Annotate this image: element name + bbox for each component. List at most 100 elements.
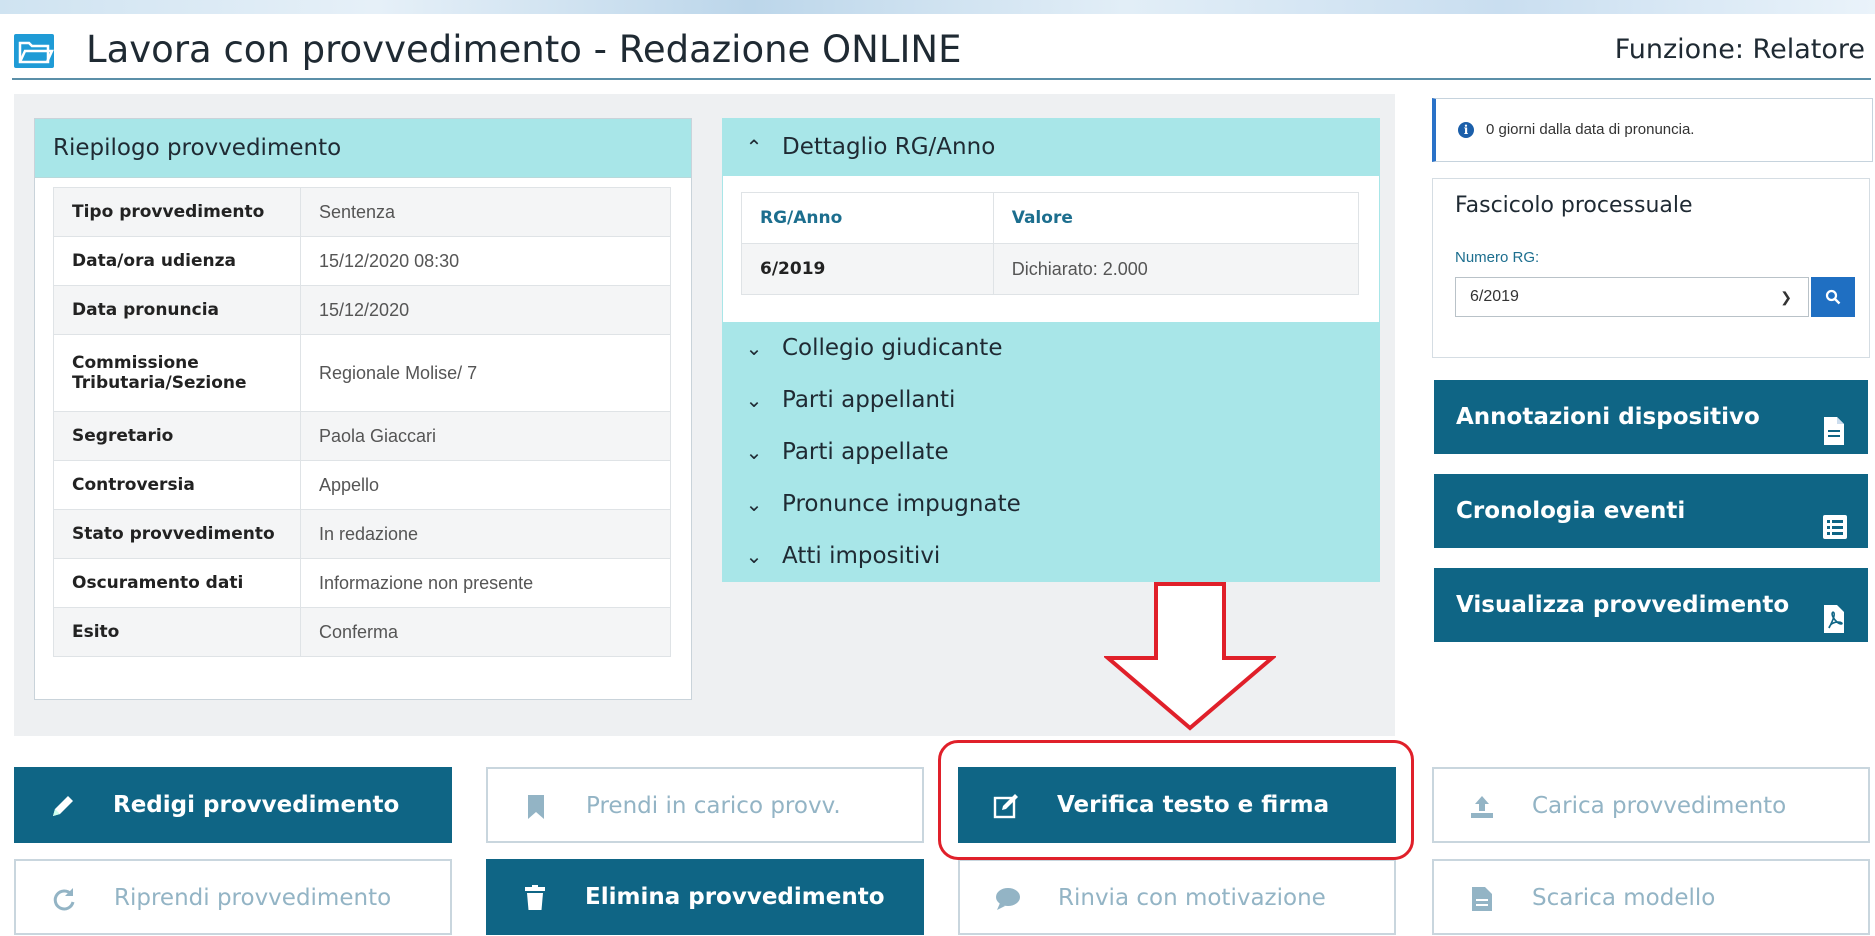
chevron-down-icon: ❯ [1780, 289, 1792, 305]
annotazioni-dispositivo-button[interactable]: Annotazioni dispositivo [1434, 380, 1868, 454]
chevron-down-icon: ⌄ [745, 440, 763, 464]
row-label: Controversia [53, 460, 301, 510]
accordion-header-dettaglio[interactable]: ⌃ Dettaglio RG/Anno [722, 118, 1380, 176]
row-label: Data/ora udienza [53, 236, 301, 286]
upload-icon [1462, 770, 1502, 844]
annotation-arrow-down-icon [1102, 582, 1278, 732]
rinvia-con-motivazione-button[interactable]: Rinvia con motivazione [958, 859, 1396, 935]
list-icon [1822, 496, 1847, 539]
fascicolo-title: Fascicolo processuale [1455, 193, 1693, 218]
chevron-down-icon: ⌄ [745, 336, 763, 360]
button-label: Cronologia eventi [1456, 498, 1686, 524]
search-icon [1825, 289, 1841, 305]
table-row: Esito Conferma [53, 607, 671, 657]
table-row: Data pronuncia 15/12/2020 [53, 285, 671, 335]
page-title: Lavora con provvedimento - Redazione ONL… [86, 28, 962, 71]
riprendi-provvedimento-button[interactable]: Riprendi provvedimento [14, 859, 452, 935]
table-row: Controversia Appello [53, 460, 671, 510]
button-label: Carica provvedimento [1532, 793, 1787, 819]
accordion-item-parti-appellate[interactable]: ⌄ Parti appellate [722, 426, 1380, 478]
column-header: Valore [992, 192, 1360, 244]
pdf-icon [1822, 590, 1846, 633]
table-cell: 6/2019 [741, 243, 994, 295]
summary-card: Riepilogo provvedimento Tipo provvedimen… [34, 118, 692, 700]
folder-icon [14, 34, 54, 68]
role-label: Funzione: Relatore [1614, 34, 1865, 65]
info-alert: i 0 giorni dalla data di pronuncia. [1432, 98, 1873, 162]
redo-icon [44, 862, 84, 936]
accordion-body-dettaglio: RG/Anno Valore 6/2019 Dichiarato: 2.000 [722, 176, 1380, 322]
table-row: Commissione Tributaria/Sezione Regionale … [53, 334, 671, 412]
header-divider [12, 78, 1871, 80]
chevron-down-icon: ⌄ [745, 492, 763, 516]
pencil-icon [43, 769, 83, 843]
row-label: Commissione Tributaria/Sezione [53, 334, 301, 412]
comment-icon [988, 862, 1028, 936]
rg-number-select[interactable]: 6/2019 ❯ [1455, 277, 1809, 317]
info-message: 0 giorni dalla data di pronuncia. [1486, 121, 1695, 138]
accordion-closed-list: ⌄ Collegio giudicante ⌄ Parti appellanti ⌄… [722, 322, 1380, 582]
accordion-label: Pronunce impugnate [782, 491, 1021, 517]
row-value: Conferma [300, 607, 671, 657]
visualizza-provvedimento-button[interactable]: Visualizza provvedimento [1434, 568, 1868, 642]
row-value: Paola Giaccari [300, 411, 671, 461]
info-icon: i [1458, 122, 1474, 139]
button-label: Prendi in carico provv. [586, 793, 841, 819]
button-label: Rinvia con motivazione [1058, 885, 1326, 911]
accordion-label: Parti appellate [782, 439, 949, 465]
accordion-label: Collegio giudicante [782, 335, 1003, 361]
document-icon [1822, 402, 1846, 445]
chevron-down-icon: ⌄ [745, 388, 763, 412]
accordion-item-parti-appellanti[interactable]: ⌄ Parti appellanti [722, 374, 1380, 426]
file-icon [1462, 862, 1502, 936]
summary-card-title: Riepilogo provvedimento [35, 119, 691, 178]
button-label: Annotazioni dispositivo [1456, 404, 1760, 430]
prendi-in-carico-button[interactable]: Prendi in carico provv. [486, 767, 924, 843]
table-row: 6/2019 Dichiarato: 2.000 [741, 243, 1360, 295]
row-value: 15/12/2020 08:30 [300, 236, 671, 286]
table-header-row: RG/Anno Valore [741, 192, 1360, 244]
cronologia-eventi-button[interactable]: Cronologia eventi [1434, 474, 1868, 548]
carica-provvedimento-button[interactable]: Carica provvedimento [1432, 767, 1870, 843]
row-label: Oscuramento dati [53, 558, 301, 608]
scarica-modello-button[interactable]: Scarica modello [1432, 859, 1870, 935]
summary-table: Tipo provvedimento Sentenza Data/ora udie… [53, 187, 671, 657]
chevron-up-icon: ⌃ [745, 135, 763, 159]
button-label: Scarica modello [1532, 885, 1716, 911]
accordion-item-collegio[interactable]: ⌄ Collegio giudicante [722, 322, 1380, 374]
page-header: Lavora con provvedimento - Redazione ONL… [12, 20, 1875, 80]
row-value: Appello [300, 460, 671, 510]
accordion-item-atti-impositivi[interactable]: ⌄ Atti impositivi [722, 530, 1380, 582]
top-banner-strip [0, 0, 1875, 14]
table-row: Tipo provvedimento Sentenza [53, 187, 671, 237]
accordion-item-pronunce-impugnate[interactable]: ⌄ Pronunce impugnate [722, 478, 1380, 530]
accordion-label: Parti appellanti [782, 387, 956, 413]
annotation-highlight-box [938, 740, 1414, 860]
table-row: Stato provvedimento In redazione [53, 509, 671, 559]
rg-table: RG/Anno Valore 6/2019 Dichiarato: 2.000 [741, 192, 1360, 295]
search-button[interactable] [1811, 277, 1855, 317]
trash-icon [515, 861, 555, 935]
row-value: 15/12/2020 [300, 285, 671, 335]
table-row: Segretario Paola Giaccari [53, 411, 671, 461]
row-value: Informazione non presente [300, 558, 671, 608]
bookmark-icon [516, 770, 556, 844]
button-label: Redigi provvedimento [113, 792, 400, 818]
table-row: Oscuramento dati Informazione non present… [53, 558, 671, 608]
column-header: RG/Anno [741, 192, 994, 244]
rg-number-label: Numero RG: [1455, 249, 1540, 266]
detail-accordion: ⌃ Dettaglio RG/Anno RG/Anno Valore 6/2019… [722, 118, 1380, 582]
table-cell: Dichiarato: 2.000 [992, 243, 1360, 295]
row-label: Esito [53, 607, 301, 657]
row-label: Segretario [53, 411, 301, 461]
table-row: Data/ora udienza 15/12/2020 08:30 [53, 236, 671, 286]
elimina-provvedimento-button[interactable]: Elimina provvedimento [486, 859, 924, 935]
row-label: Data pronuncia [53, 285, 301, 335]
accordion-label: Dettaglio RG/Anno [782, 134, 996, 160]
button-label: Riprendi provvedimento [114, 885, 392, 911]
rg-number-value: 6/2019 [1470, 288, 1519, 305]
row-label: Stato provvedimento [53, 509, 301, 559]
row-value: In redazione [300, 509, 671, 559]
redigi-provvedimento-button[interactable]: Redigi provvedimento [14, 767, 452, 843]
row-label: Tipo provvedimento [53, 187, 301, 237]
